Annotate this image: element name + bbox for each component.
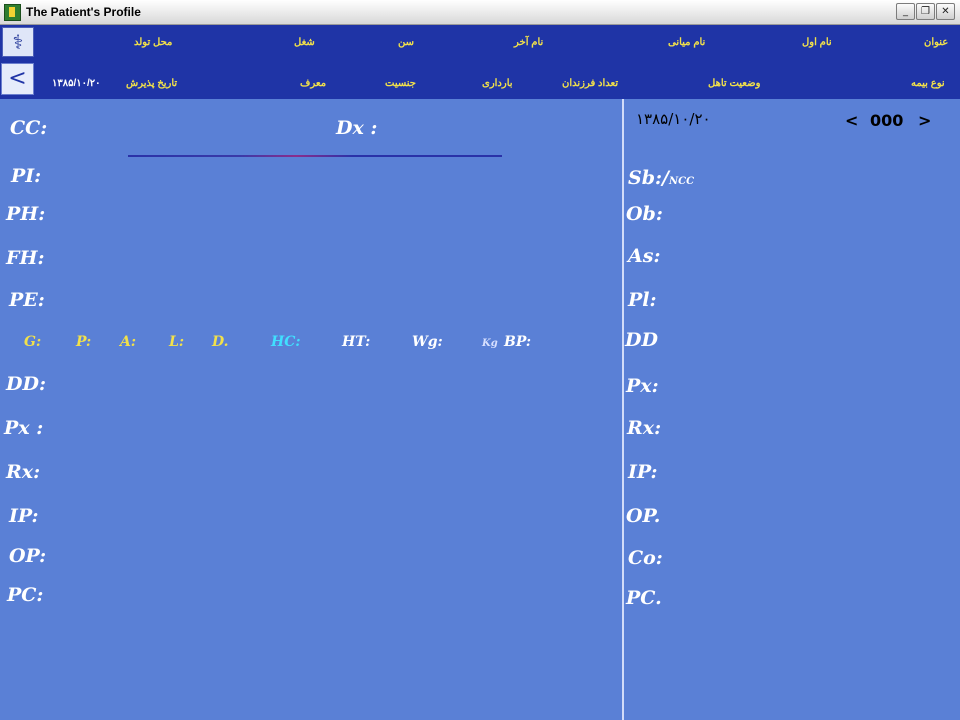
profile-body: CC: Dx : PI: PH: FH: PE: G: P: A: L: D. … (0, 99, 960, 720)
sb-label-text: Sb:/ (628, 167, 669, 189)
patient-header: ⚕ < محل تولد شغل سن نام آخر نام میانی نا… (0, 25, 960, 99)
sb-sub-label: NCC (668, 176, 695, 187)
close-button[interactable]: ✕ (936, 3, 955, 20)
next-visit-button[interactable]: > (918, 111, 931, 130)
co-label: Co: (628, 547, 663, 569)
dd-label: DD: (6, 373, 46, 395)
p-label: P: (76, 334, 92, 350)
children-count-label: تعداد فرزندان (562, 78, 619, 89)
ob-label: Ob: (626, 203, 663, 225)
sb-label: Sb:/NCC (628, 167, 694, 189)
pe-label: PE: (9, 289, 45, 311)
pi-label: PI: (11, 165, 42, 187)
px-right-label: Px: (626, 375, 659, 397)
dx-input-line[interactable] (128, 155, 502, 157)
a-label: A: (120, 334, 137, 350)
caduceus-icon[interactable]: ⚕ (2, 27, 34, 57)
dx-label: Dx : (336, 117, 378, 139)
fh-label: FH: (6, 247, 45, 269)
last-name-label: نام آخر (514, 37, 544, 48)
rx-right-label: Rx: (627, 417, 662, 439)
px-label: Px : (4, 417, 44, 439)
rx-label: Rx: (6, 461, 41, 483)
window-title: The Patient's Profile (26, 5, 141, 19)
panel-divider (622, 99, 624, 720)
title-label: عنوان (924, 37, 949, 48)
birthplace-label: محل تولد (134, 37, 173, 48)
visit-counter: 000 (870, 111, 904, 130)
title-bar: The Patient's Profile _ ❐ ✕ (0, 0, 960, 25)
as-label: As: (628, 245, 661, 267)
age-label: سن (398, 37, 414, 48)
insurance-type-label: نوع بیمه (911, 78, 945, 89)
ph-label: PH: (6, 203, 46, 225)
d-label: D. (212, 334, 229, 350)
hc-label: HC: (271, 334, 301, 350)
app-icon (4, 4, 21, 21)
ip-label: IP: (9, 505, 39, 527)
admission-date-value: ۱۳۸۵/۱۰/۲۰ (52, 78, 101, 89)
cc-label: CC: (10, 117, 48, 139)
back-arrow-icon[interactable]: < (1, 63, 34, 95)
dd-right-label: DD (625, 329, 658, 351)
first-name-label: نام اول (802, 37, 832, 48)
ip-right-label: IP: (628, 461, 658, 483)
maximize-button[interactable]: ❐ (916, 3, 935, 20)
prev-visit-button[interactable]: < (845, 111, 858, 130)
pc-label: PC: (7, 584, 44, 606)
job-label: شغل (294, 37, 315, 48)
bp-label: BP: (504, 334, 532, 350)
middle-name-label: نام میانی (668, 37, 706, 48)
referrer-label: معرف (300, 78, 327, 89)
visit-date: ۱۳۸۵/۱۰/۲۰ (636, 110, 711, 128)
admission-date-label: تاریخ پذیرش (126, 78, 178, 89)
pc-right-label: PC. (626, 587, 662, 609)
l-label: L: (169, 334, 185, 350)
pregnancy-label: بارداری (482, 78, 513, 89)
g-label: G: (24, 334, 42, 350)
op-label: OP: (9, 545, 47, 567)
kg-unit-label: Kg (482, 338, 498, 349)
minimize-button[interactable]: _ (896, 3, 915, 20)
op-right-label: OP. (626, 505, 661, 527)
gender-label: جنسیت (385, 78, 416, 89)
wg-label: Wg: (412, 334, 443, 350)
ht-label: HT: (342, 334, 371, 350)
pl-label: Pl: (628, 289, 657, 311)
marital-status-label: وضعیت تاهل (708, 78, 761, 89)
